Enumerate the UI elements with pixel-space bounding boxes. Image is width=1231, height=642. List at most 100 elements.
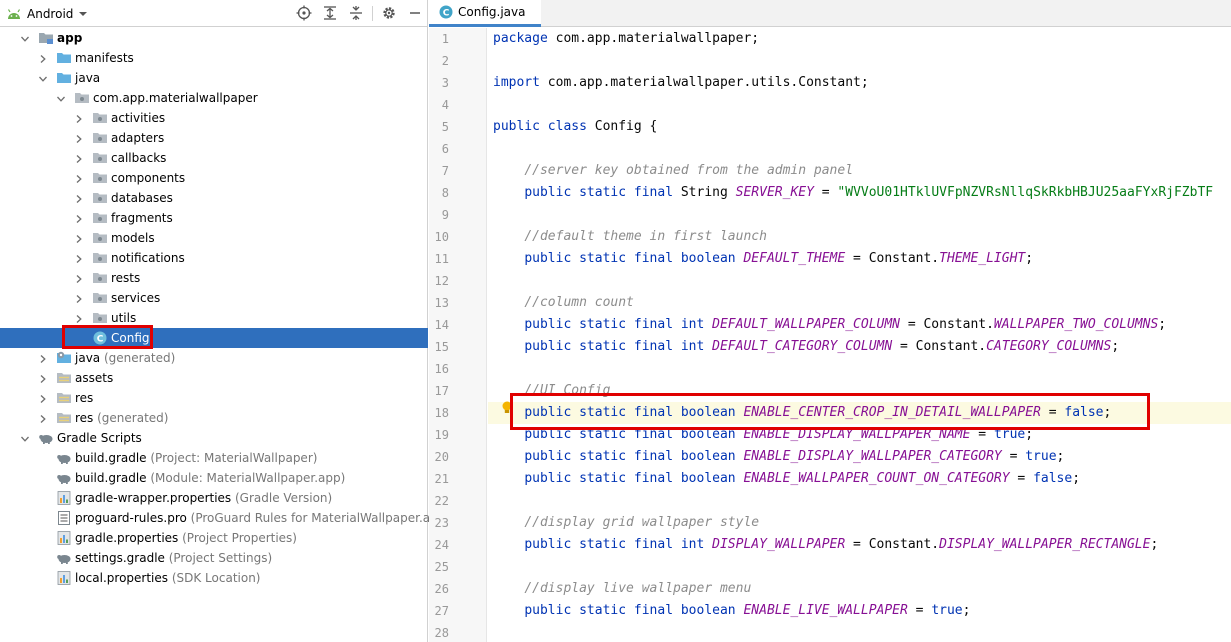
code-line[interactable]: //display grid wallpaper style: [493, 512, 759, 534]
tree-node-label: gradle.properties (Project Properties): [75, 531, 297, 545]
tree-node-assets[interactable]: assets: [0, 368, 428, 388]
code-line[interactable]: public static final String SERVER_KEY = …: [493, 182, 1213, 204]
collapse-all-icon[interactable]: [348, 5, 364, 21]
code-line[interactable]: //default theme in first launch: [493, 226, 767, 248]
resource-folder-icon: [56, 370, 72, 386]
code-line[interactable]: //column count: [493, 292, 634, 314]
chevron-right-icon[interactable]: [74, 273, 84, 283]
code-line[interactable]: public static final boolean ENABLE_WALLP…: [493, 468, 1080, 490]
expand-all-icon[interactable]: [322, 5, 338, 21]
tree-node-components[interactable]: components: [0, 168, 428, 188]
chevron-right-icon[interactable]: [74, 213, 84, 223]
tree-node-proguard-rules-pro[interactable]: proguard-rules.pro (ProGuard Rules for M…: [0, 508, 450, 528]
code-token: WALLPAPER_TWO_COLUMNS: [993, 317, 1159, 332]
code-line[interactable]: public static final int DEFAULT_WALLPAPE…: [493, 314, 1166, 336]
code-line[interactable]: public static final int DEFAULT_CATEGORY…: [493, 336, 1119, 358]
tree-node-label: app: [57, 31, 83, 45]
tree-node-gradle-properties[interactable]: gradle.properties (Project Properties): [0, 528, 428, 548]
code-line[interactable]: public static final boolean ENABLE_LIVE_…: [493, 600, 970, 622]
code-token: package: [493, 31, 548, 46]
tree-node-label: components: [111, 171, 186, 185]
chevron-right-icon[interactable]: [74, 113, 84, 123]
chevron-down-icon[interactable]: [38, 73, 48, 83]
tree-node-com-app-materialwallpaper[interactable]: com.app.materialwallpaper: [0, 88, 428, 108]
tree-node-fragments[interactable]: fragments: [0, 208, 428, 228]
tree-node-databases[interactable]: databases: [0, 188, 428, 208]
tree-node-adapters[interactable]: adapters: [0, 128, 428, 148]
tree-node-models[interactable]: models: [0, 228, 428, 248]
properties-icon: [56, 490, 72, 506]
chevron-right-icon[interactable]: [74, 153, 84, 163]
project-view-selector[interactable]: Android: [6, 4, 88, 23]
chevron-down-icon[interactable]: [78, 11, 88, 17]
tree-node-label: gradle-wrapper.properties (Gradle Versio…: [75, 491, 333, 505]
code-token: ENABLE_LIVE_WALLPAPER: [743, 603, 908, 618]
code-token: true: [931, 603, 963, 618]
tree-node-local-properties[interactable]: local.properties (SDK Location): [0, 568, 428, 588]
chevron-right-icon[interactable]: [74, 193, 84, 203]
chevron-right-icon[interactable]: [74, 293, 84, 303]
chevron-right-icon[interactable]: [74, 253, 84, 263]
code-token: ;: [1111, 339, 1120, 354]
tree-node-notifications[interactable]: notifications: [0, 248, 428, 268]
code-line[interactable]: public static final boolean ENABLE_DISPL…: [493, 446, 1064, 468]
chevron-right-icon[interactable]: [38, 353, 48, 363]
chevron-right-icon[interactable]: [38, 413, 48, 423]
tree-node-label: java (generated): [75, 351, 176, 365]
code-line[interactable]: public static final int DISPLAY_WALLPAPE…: [493, 534, 1158, 556]
code-token: ENABLE_WALLPAPER_COUNT_ON_CATEGORY: [743, 471, 1010, 486]
tree-node-java[interactable]: java (generated): [0, 348, 428, 368]
chevron-down-icon[interactable]: [56, 93, 66, 103]
tab-config-java[interactable]: C Config.java: [429, 0, 541, 27]
target-icon[interactable]: [296, 5, 312, 21]
tree-node-activities[interactable]: activities: [0, 108, 428, 128]
tree-node-res[interactable]: res: [0, 388, 428, 408]
code-line[interactable]: public static final boolean DEFAULT_THEM…: [493, 248, 1033, 270]
tree-node-callbacks[interactable]: callbacks: [0, 148, 428, 168]
line-number: 18: [434, 406, 449, 420]
code-line[interactable]: //server key obtained from the admin pan…: [493, 160, 853, 182]
chevron-right-icon[interactable]: [74, 233, 84, 243]
code-token: public static final boolean: [524, 603, 736, 618]
line-number: 4: [441, 98, 449, 112]
tree-node-hint: (Project Settings): [164, 551, 273, 565]
minimize-icon[interactable]: [407, 5, 423, 21]
code-token: DISPLAY_WALLPAPER: [712, 537, 846, 552]
gear-icon[interactable]: [381, 5, 397, 21]
chevron-right-icon[interactable]: [38, 53, 48, 63]
resource-folder-icon: [56, 390, 72, 406]
tree-node-services[interactable]: services: [0, 288, 428, 308]
tree-node-java[interactable]: java: [0, 68, 428, 88]
chevron-right-icon[interactable]: [74, 133, 84, 143]
tree-node-gradle-scripts[interactable]: Gradle Scripts: [0, 428, 428, 448]
code-line[interactable]: public class Config {: [493, 116, 657, 138]
tree-node-gradle-wrapper-properties[interactable]: gradle-wrapper.properties (Gradle Versio…: [0, 488, 428, 508]
line-number-gutter: 1 2 3 4 5 6 7 8 9 10 11 12 13 14 15 16 17 18 19 20 21 22 23 24 2…: [429, 28, 487, 642]
tree-node-build-gradle[interactable]: build.gradle (Module: MaterialWallpaper.…: [0, 468, 428, 488]
chevron-down-icon[interactable]: [20, 33, 30, 43]
tree-node-app[interactable]: app: [0, 28, 428, 48]
code-line[interactable]: package com.app.materialwallpaper;: [493, 28, 759, 50]
tree-node-manifests[interactable]: manifests: [0, 48, 428, 68]
chevron-right-icon[interactable]: [74, 313, 84, 323]
tree-node-settings-gradle[interactable]: settings.gradle (Project Settings): [0, 548, 428, 568]
tree-node-res[interactable]: res (generated): [0, 408, 428, 428]
code-token: public class: [493, 119, 587, 134]
tree-node-rests[interactable]: rests: [0, 268, 428, 288]
tree-node-build-gradle[interactable]: build.gradle (Project: MaterialWallpaper…: [0, 448, 428, 468]
code-token: String: [673, 185, 736, 200]
code-area[interactable]: package com.app.materialwallpaper; import…: [488, 28, 1231, 642]
line-number: 19: [434, 428, 449, 442]
chevron-right-icon[interactable]: [38, 373, 48, 383]
tree-node-label: fragments: [111, 211, 173, 225]
tree-node-hint: (Project Properties): [178, 531, 297, 545]
chevron-right-icon[interactable]: [74, 173, 84, 183]
code-line[interactable]: import com.app.materialwallpaper.utils.C…: [493, 72, 869, 94]
chevron-right-icon[interactable]: [38, 393, 48, 403]
code-token: import: [493, 75, 540, 90]
code-line[interactable]: //display live wallpaper menu: [493, 578, 751, 600]
chevron-down-icon[interactable]: [20, 433, 30, 443]
